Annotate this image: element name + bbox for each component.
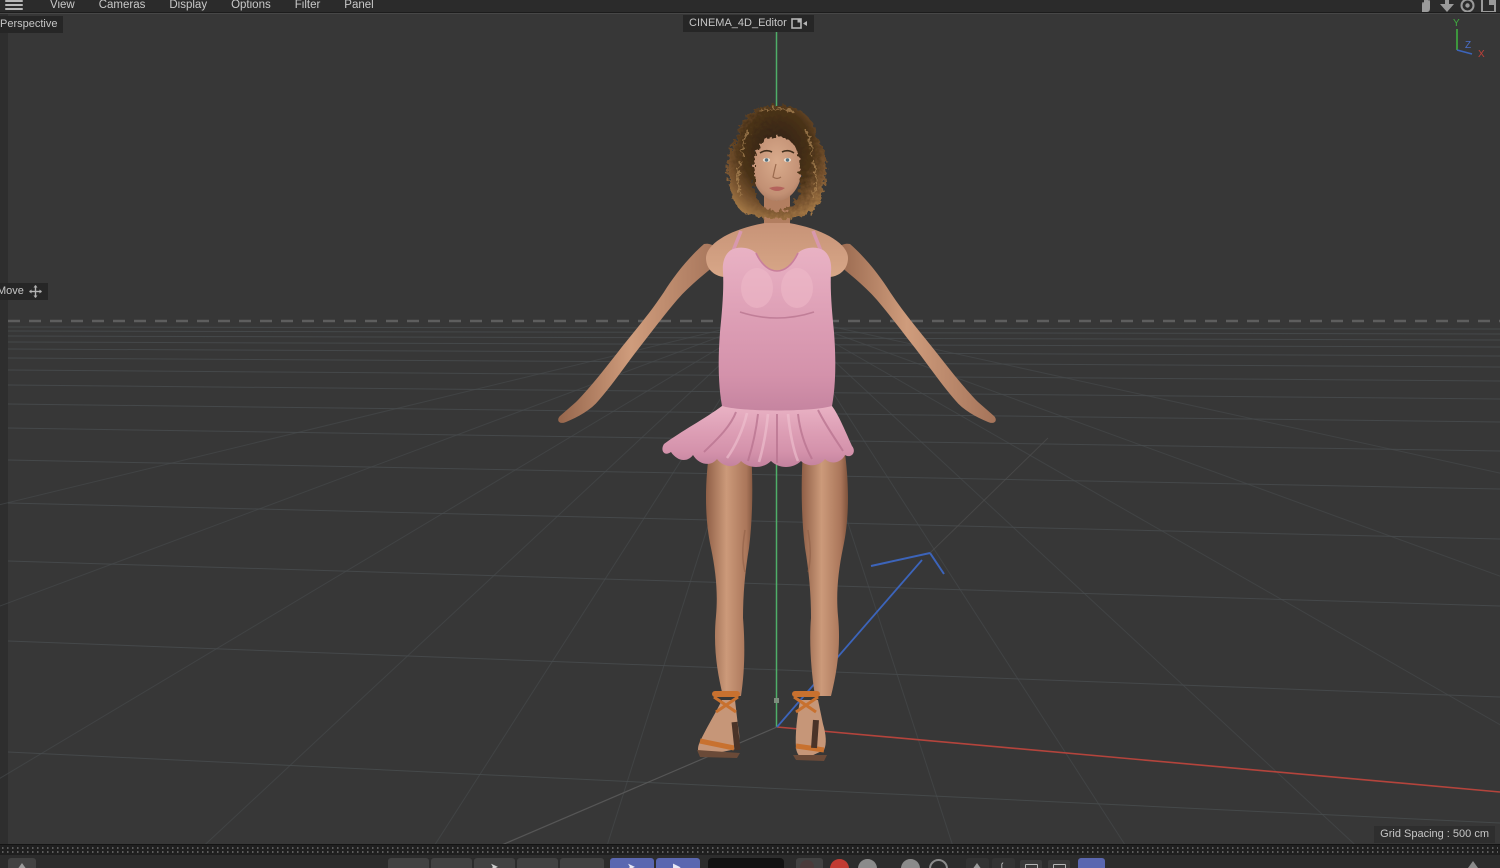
z-axis-arrowhead	[870, 551, 945, 575]
hamburger-icon[interactable]	[2, 0, 26, 12]
move-tool-icon	[28, 285, 42, 298]
viewport-menu-bar: View Cameras Display Options Filter Pane…	[0, 0, 1500, 13]
grid-spacing-label: Grid Spacing : 500 cm	[1374, 826, 1495, 843]
editor-camera-label[interactable]: CINEMA_4D_Editor	[683, 15, 814, 32]
prev-frame-button[interactable]: ➤	[474, 858, 515, 868]
menu-display[interactable]: Display	[169, 0, 207, 12]
jump-start-button[interactable]	[388, 858, 429, 868]
jump-end-button[interactable]	[560, 858, 604, 868]
menu-cameras[interactable]: Cameras	[99, 0, 146, 12]
autokey-button-active[interactable]	[1078, 858, 1105, 868]
play-forward-button-active[interactable]: ▶	[656, 858, 700, 868]
camera-mode-label[interactable]: Perspective	[0, 16, 64, 33]
record-rotation-button[interactable]	[901, 859, 920, 868]
keyframe-selection-button[interactable]	[1020, 860, 1042, 868]
menu-panel[interactable]: Panel	[344, 0, 373, 12]
record-scale-button[interactable]	[929, 859, 948, 868]
right-sandal	[792, 691, 827, 761]
record-button[interactable]	[830, 859, 849, 868]
key-filter-button-2[interactable]: ❲	[992, 858, 1015, 868]
play-backward-button-active[interactable]: ➤	[610, 858, 654, 868]
record-position-button[interactable]	[858, 859, 877, 868]
menu-options[interactable]: Options	[231, 0, 271, 12]
next-frame-button[interactable]	[517, 858, 558, 868]
menu-filter[interactable]: Filter	[295, 0, 321, 12]
axis-handle-dot	[774, 698, 779, 703]
gizmo-x-label: X	[1478, 49, 1485, 58]
animation-toolbar: ➤ ➤ ▶ ❲	[0, 855, 1500, 868]
record-keyframe-button[interactable]	[796, 858, 823, 868]
dress-skirt	[662, 406, 854, 467]
menu-view[interactable]: View	[50, 0, 75, 12]
pan-hand-icon[interactable]	[1418, 0, 1434, 13]
gizmo-z-label: Z	[1465, 40, 1471, 51]
dolly-arrow-icon[interactable]	[1440, 0, 1454, 13]
key-filter-button-1[interactable]	[966, 858, 989, 868]
rotate-orbit-icon[interactable]	[1460, 0, 1475, 13]
layout-toggle-icon[interactable]	[1481, 0, 1496, 13]
axis-gizmo[interactable]: Y Z X	[1445, 10, 1497, 58]
timeline-scroll-arrow[interactable]	[1468, 861, 1478, 868]
editor-camera-text: CINEMA_4D_Editor	[689, 17, 787, 29]
left-sandal	[697, 691, 741, 758]
keyframe-options-button[interactable]	[1048, 860, 1070, 868]
current-frame-field[interactable]	[708, 858, 784, 868]
active-tool-label: Move	[0, 283, 48, 300]
gizmo-y-label: Y	[1453, 18, 1460, 29]
active-tool-text: Move	[0, 285, 24, 297]
prev-key-button[interactable]	[431, 858, 472, 868]
x-axis-red	[776, 726, 1500, 793]
ruler-ticks-top	[2, 847, 1498, 849]
timeline-corner-button[interactable]	[8, 858, 36, 868]
timeline-ruler[interactable]	[0, 844, 1500, 855]
viewport-canvas[interactable]	[0, 0, 1500, 868]
camera-toggle-icon	[791, 18, 807, 29]
ruler-ticks-bottom	[2, 851, 1498, 853]
